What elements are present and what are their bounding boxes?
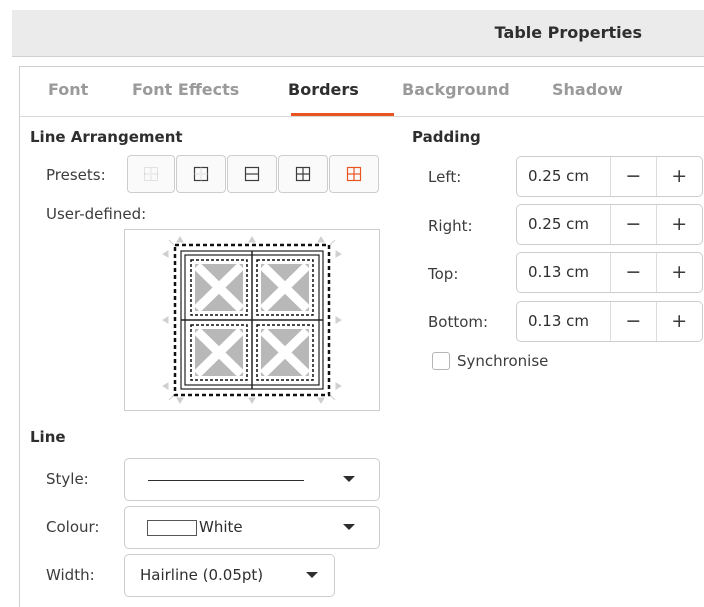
- window-title: Table Properties: [494, 23, 642, 42]
- preset-all-borders-button[interactable]: [278, 155, 328, 193]
- padding-bottom-spinbox: 0.13 cm − +: [516, 301, 703, 342]
- padding-bottom-input[interactable]: 0.13 cm: [517, 302, 612, 341]
- tab-font-effects[interactable]: Font Effects: [132, 80, 239, 99]
- tab-font[interactable]: Font: [48, 80, 88, 99]
- presets-group: [127, 155, 380, 193]
- padding-left-label: Left:: [428, 168, 462, 186]
- padding-right-decrement-button[interactable]: −: [611, 205, 657, 244]
- preset-outer-horizontal-button[interactable]: [227, 155, 277, 193]
- padding-top-decrement-button[interactable]: −: [611, 253, 657, 292]
- user-defined-border-canvas[interactable]: [124, 229, 380, 411]
- padding-left-input[interactable]: 0.25 cm: [517, 157, 612, 196]
- line-width-value: Hairline (0.05pt): [140, 566, 264, 584]
- preset-no-borders-button[interactable]: [127, 155, 175, 193]
- outer-border-keep-inner-icon: [346, 166, 362, 182]
- line-style-chevron-down-icon: [343, 476, 355, 482]
- title-bar: Table Properties: [12, 10, 704, 57]
- line-colour-label: Colour:: [46, 518, 100, 536]
- line-width-dropdown[interactable]: Hairline (0.05pt): [124, 554, 335, 597]
- preset-outer-border-button[interactable]: [176, 155, 226, 193]
- padding-top-increment-button[interactable]: +: [657, 253, 702, 292]
- active-tab-indicator: [291, 113, 394, 116]
- presets-label: Presets:: [46, 166, 106, 184]
- padding-right-spinbox: 0.25 cm − +: [516, 204, 703, 245]
- synchronise-checkbox[interactable]: [432, 352, 450, 370]
- line-arrangement-heading: Line Arrangement: [30, 128, 183, 146]
- line-width-chevron-down-icon: [306, 572, 318, 578]
- line-style-dropdown[interactable]: [124, 458, 380, 501]
- padding-heading: Padding: [412, 128, 481, 146]
- outer-border-horizontal-lines-icon: [244, 166, 260, 182]
- line-style-preview: [148, 480, 304, 481]
- tab-shadow[interactable]: Shadow: [552, 80, 623, 99]
- padding-right-label: Right:: [428, 217, 473, 235]
- padding-right-increment-button[interactable]: +: [657, 205, 702, 244]
- no-borders-icon: [144, 167, 158, 181]
- line-colour-value: White: [199, 518, 243, 536]
- padding-top-spinbox: 0.13 cm − +: [516, 252, 703, 293]
- line-width-label: Width:: [46, 566, 95, 584]
- line-heading: Line: [30, 428, 66, 446]
- padding-bottom-decrement-button[interactable]: −: [611, 302, 657, 341]
- tab-borders[interactable]: Borders: [288, 80, 359, 99]
- padding-left-decrement-button[interactable]: −: [611, 157, 657, 196]
- border-preview-icon: [162, 236, 342, 404]
- user-defined-label: User-defined:: [46, 205, 147, 223]
- padding-right-input[interactable]: 0.25 cm: [517, 205, 612, 244]
- padding-bottom-label: Bottom:: [428, 313, 489, 331]
- line-colour-chevron-down-icon: [343, 524, 355, 530]
- outer-border-only-icon: [193, 166, 209, 182]
- padding-top-input[interactable]: 0.13 cm: [517, 253, 612, 292]
- colour-swatch: [147, 520, 197, 536]
- padding-bottom-increment-button[interactable]: +: [657, 302, 702, 341]
- tab-bar: Font Font Effects Borders Background Sha…: [20, 67, 704, 117]
- tab-background[interactable]: Background: [402, 80, 510, 99]
- preset-keep-inner-button[interactable]: [329, 155, 379, 193]
- outer-border-all-inner-lines-icon: [295, 166, 311, 182]
- line-style-label: Style:: [46, 470, 89, 488]
- line-colour-dropdown[interactable]: White: [124, 506, 380, 549]
- synchronise-label[interactable]: Synchronise: [457, 352, 548, 370]
- padding-left-increment-button[interactable]: +: [657, 157, 702, 196]
- padding-top-label: Top:: [428, 265, 459, 283]
- padding-left-spinbox: 0.25 cm − +: [516, 156, 703, 197]
